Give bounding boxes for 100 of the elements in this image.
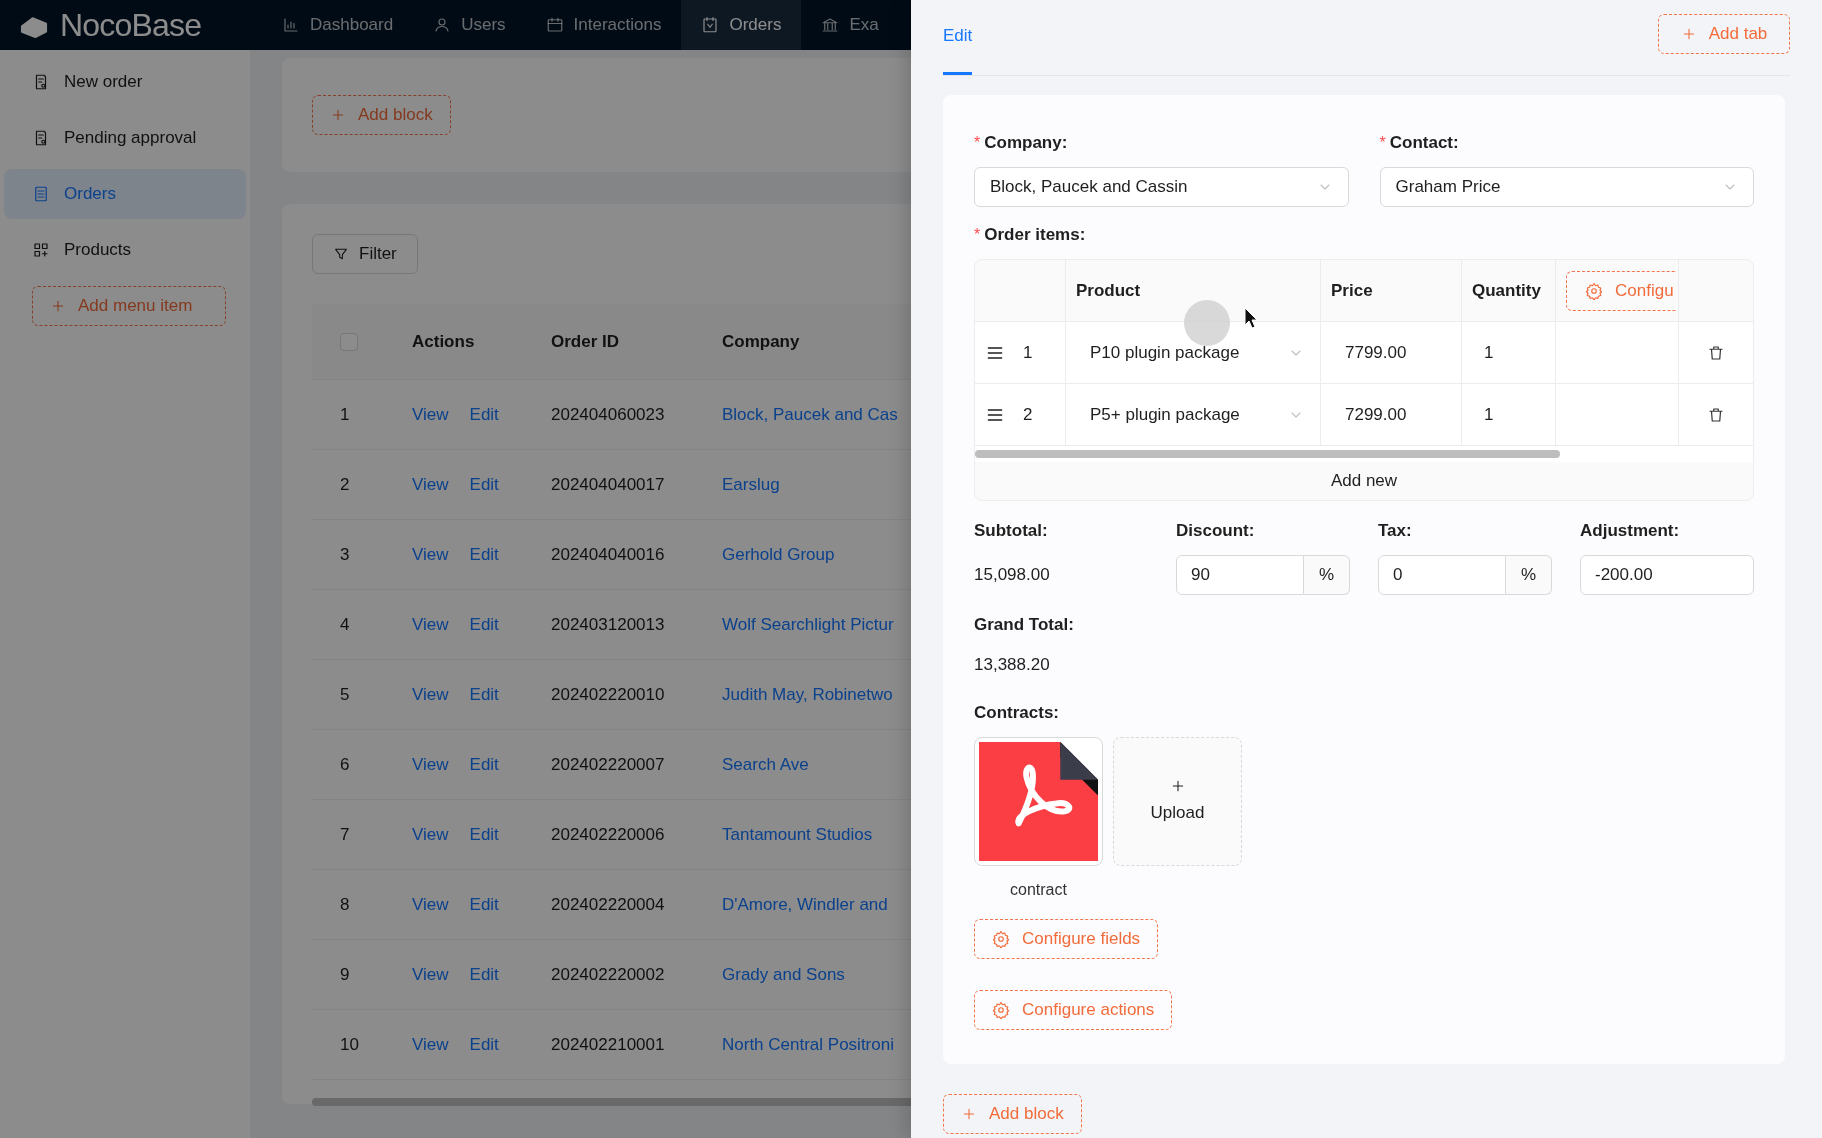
nav-menu-item[interactable]: Interactions (525, 0, 682, 50)
action-link[interactable]: Edit (469, 681, 499, 708)
action-link[interactable]: View (412, 891, 449, 918)
action-link[interactable]: View (412, 611, 449, 638)
row-number: 1 (340, 404, 350, 424)
company-link[interactable]: Grady and Sons (722, 964, 845, 984)
action-link[interactable]: View (412, 751, 449, 778)
product-select[interactable]: P5+ plugin package (1078, 394, 1308, 435)
add-block-button[interactable]: Add block (943, 1094, 1082, 1134)
field-label: Contact: (1389, 132, 1459, 155)
company-link[interactable]: Search Ave (722, 754, 809, 774)
price-input[interactable]: 7299.00 (1345, 401, 1407, 428)
nav-menu-item[interactable]: Orders (681, 0, 802, 50)
action-link[interactable]: Edit (469, 471, 499, 498)
company-link[interactable]: Wolf Searchlight Pictur (722, 614, 894, 634)
action-link[interactable]: View (412, 1031, 449, 1058)
add-menu-item-button[interactable]: Add menu item (32, 286, 226, 326)
trash-icon (1707, 343, 1725, 362)
row-number: 2 (1023, 403, 1033, 426)
file-thumbnail[interactable] (974, 737, 1103, 866)
action-link[interactable]: View (412, 401, 449, 428)
row-number: 5 (340, 684, 350, 704)
company-link[interactable]: Judith May, Robinetwo (722, 684, 893, 704)
add-tab-button[interactable]: Add tab (1658, 13, 1790, 54)
action-link[interactable]: Edit (469, 821, 499, 848)
field-label: Adjustment: (1580, 520, 1680, 543)
sidebar-item[interactable]: Orders (4, 169, 246, 219)
adjustment-input[interactable]: -200.00 (1580, 555, 1754, 595)
company-link[interactable]: Block, Paucek and Cas (722, 404, 898, 424)
action-link[interactable]: View (412, 821, 449, 848)
filter-icon (333, 246, 349, 262)
add-new-button[interactable]: Add new (975, 462, 1753, 500)
company-link[interactable]: North Central Positroni (722, 1034, 894, 1054)
calendar-icon (701, 16, 720, 34)
action-link[interactable]: Edit (469, 891, 499, 918)
contact-select[interactable]: Graham Price (1379, 167, 1754, 207)
table-cell: 202403120013 (551, 614, 665, 634)
action-link[interactable]: View (412, 681, 449, 708)
column-header: Company (722, 331, 800, 351)
sidebar-item[interactable]: Products (4, 225, 246, 275)
scrollbar[interactable] (975, 450, 1560, 458)
dim-overlay[interactable] (0, 0, 911, 1138)
field-label: Tax: (1378, 520, 1412, 543)
company-select[interactable]: Block, Paucek and Cassin (974, 167, 1349, 207)
sidebar-item[interactable]: Pending approval (4, 113, 246, 163)
action-link[interactable]: Edit (469, 401, 499, 428)
discount-input[interactable]: 90 (1176, 555, 1304, 595)
subtotal-value: 15,098.00 (974, 564, 1050, 587)
settings-icon (992, 1001, 1010, 1019)
table-cell: 202404060023 (551, 404, 665, 424)
column-header: Price (1331, 279, 1373, 302)
price-input[interactable]: 7799.00 (1345, 339, 1407, 366)
action-link[interactable]: View (412, 961, 449, 988)
row-number: 2 (340, 474, 350, 494)
configure-actions-button[interactable]: Configure actions (974, 990, 1173, 1030)
settings-icon (992, 930, 1010, 948)
company-link[interactable]: D'Amore, Windler and (722, 894, 888, 914)
nav-menu-item[interactable]: Exa (801, 0, 899, 50)
delete-icon[interactable] (1707, 405, 1725, 424)
bank-icon (821, 16, 840, 34)
row-number: 3 (340, 544, 350, 564)
tax-input[interactable]: 0 (1378, 555, 1506, 595)
table-cell: 202404040016 (551, 544, 665, 564)
table-cell: 202402220006 (551, 824, 665, 844)
quantity-input[interactable]: 1 (1484, 339, 1494, 366)
trash-icon (1707, 405, 1725, 424)
action-link[interactable]: Edit (469, 751, 499, 778)
table-cell: 202402220002 (551, 964, 665, 984)
plus-icon (961, 1106, 977, 1122)
filter-button[interactable]: Filter (312, 234, 418, 274)
product-select[interactable]: P10 plugin package (1078, 332, 1308, 373)
percent-addon: % (1506, 555, 1552, 595)
configure-fields-button[interactable]: Configure fields (974, 919, 1159, 959)
calendar-icon (545, 16, 564, 34)
document-icon (32, 185, 50, 203)
logo: NocoBase (60, 6, 202, 45)
add-block-button[interactable]: Add block (312, 95, 451, 135)
action-link[interactable]: Edit (469, 961, 499, 988)
action-link[interactable]: Edit (469, 611, 499, 638)
upload-button[interactable]: Upload (1113, 737, 1242, 866)
table-cell: 202404040017 (551, 474, 665, 494)
action-link[interactable]: View (412, 541, 449, 568)
column-header: Product (1076, 279, 1141, 302)
sidebar-item[interactable]: New order (4, 57, 246, 107)
action-link[interactable]: Edit (469, 1031, 499, 1058)
delete-icon[interactable] (1707, 343, 1725, 362)
field-label: Grand Total: (974, 614, 1074, 637)
row-number: 9 (340, 964, 350, 984)
company-link[interactable]: Earslug (722, 474, 780, 494)
company-link[interactable]: Tantamount Studios (722, 824, 873, 844)
quantity-input[interactable]: 1 (1484, 401, 1494, 428)
nav-menu-item[interactable]: Dashboard (262, 0, 414, 50)
action-link[interactable]: View (412, 471, 449, 498)
tab[interactable]: Edit (943, 0, 973, 75)
column-header: Quantity (1472, 279, 1541, 302)
company-link[interactable]: Gerhold Group (722, 544, 835, 564)
nav-menu-item[interactable]: Users (413, 0, 526, 50)
action-link[interactable]: Edit (469, 541, 499, 568)
configure-columns-button[interactable]: Configu (1566, 270, 1676, 311)
grand-total-value: 13,388.20 (974, 654, 1050, 677)
